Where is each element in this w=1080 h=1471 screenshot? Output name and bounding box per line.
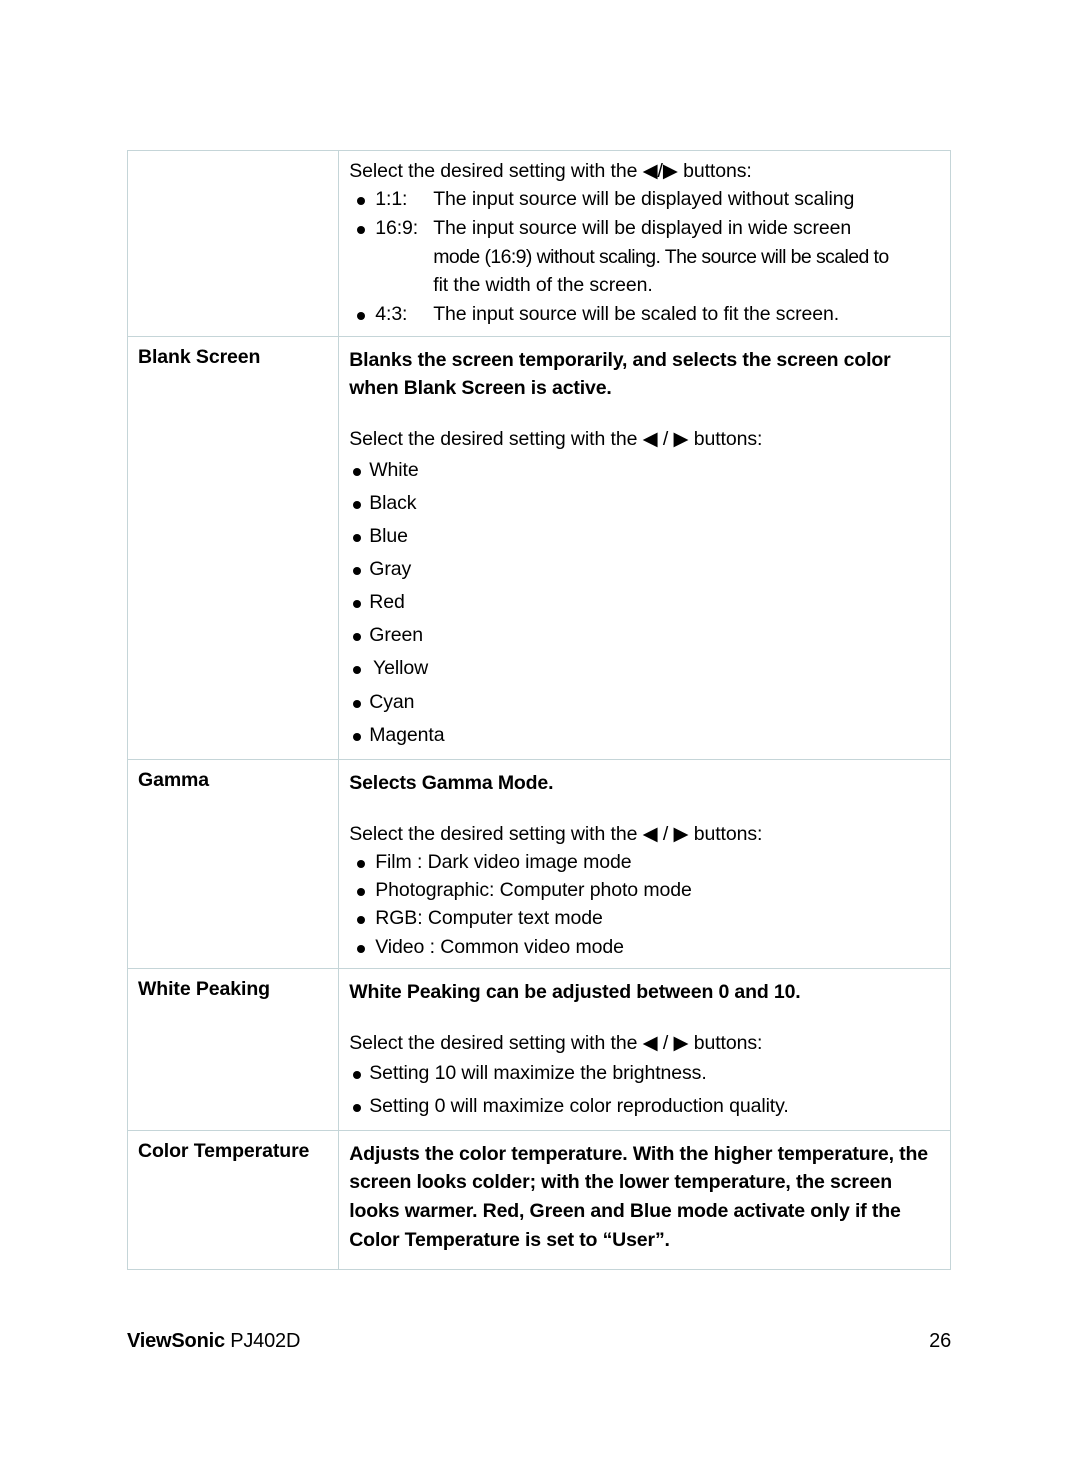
row-label-cell: Color Temperature bbox=[126, 1129, 340, 1271]
list-item: Green bbox=[349, 619, 942, 652]
page-footer: ViewSonic PJ402D 26 bbox=[127, 1330, 951, 1353]
model-number: PJ402D bbox=[230, 1330, 301, 1352]
option-continuation-line: mode (16:9) without scaling. The source … bbox=[433, 245, 889, 268]
list-item: Photographic: Computer photo mode bbox=[349, 876, 942, 904]
row-description-cell: Selects Gamma Mode. Select the desired s… bbox=[338, 758, 951, 969]
list-item: RGB: Computer text mode bbox=[349, 904, 942, 932]
option-continuation-line: fit the width of the screen. bbox=[433, 274, 653, 297]
setting-description: White Peaking can be adjusted between 0 … bbox=[349, 980, 801, 1003]
row-description-cell: Blanks the screen temporarily, and selec… bbox=[338, 335, 951, 760]
option-text: The input source will be displayed witho… bbox=[433, 188, 855, 211]
brand-name: ViewSonic bbox=[127, 1330, 225, 1352]
setting-name-gamma: Gamma bbox=[138, 768, 210, 791]
instruction-text: Select the desired setting with the ◀/▶ … bbox=[349, 160, 752, 182]
list-item: 4:3: The input source will be scaled to f… bbox=[349, 300, 942, 329]
white-peaking-notes-list: Setting 10 will maximize the brightness.… bbox=[349, 1057, 942, 1123]
blank-screen-color-list: White Black Blue Gray Red Green Yellow C… bbox=[349, 454, 942, 752]
list-item: Red bbox=[349, 586, 942, 619]
row-label-cell: White Peaking bbox=[126, 967, 340, 1131]
table-row: White Peaking White Peaking can be adjus… bbox=[126, 967, 951, 1131]
list-item: Black bbox=[349, 487, 942, 520]
setting-name bbox=[128, 151, 338, 160]
footer-brand: ViewSonic PJ402D bbox=[127, 1330, 300, 1353]
setting-description: Blanks the screen temporarily, and selec… bbox=[349, 348, 891, 400]
list-item: 16:9: The input source will be displayed … bbox=[349, 214, 942, 300]
row-label-cell bbox=[126, 150, 340, 337]
page-number: 26 bbox=[929, 1330, 951, 1352]
list-item: White bbox=[349, 454, 942, 487]
option-key: 4:3: bbox=[375, 302, 408, 325]
list-item: 1:1: The input source will be displayed w… bbox=[349, 185, 942, 214]
row-description-cell: Select the desired setting with the ◀/▶ … bbox=[338, 150, 951, 337]
setting-name-white-peaking: White Peaking bbox=[138, 977, 270, 1000]
list-item: Setting 10 will maximize the brightness. bbox=[349, 1057, 942, 1090]
list-item: Yellow bbox=[349, 652, 942, 685]
instruction-text: Select the desired setting with the ◀ / … bbox=[349, 822, 763, 845]
setting-description: Adjusts the color temperature. With the … bbox=[349, 1142, 928, 1252]
table-row: Select the desired setting with the ◀/▶ … bbox=[126, 150, 951, 337]
option-key: 16:9: bbox=[375, 216, 419, 239]
row-description-cell: White Peaking can be adjusted between 0 … bbox=[338, 967, 951, 1131]
table-row: Gamma Selects Gamma Mode. Select the des… bbox=[126, 758, 951, 969]
row-label-cell: Gamma bbox=[126, 758, 340, 969]
option-text: The input source will be displayed in wi… bbox=[433, 216, 852, 239]
list-item: Gray bbox=[349, 553, 942, 586]
list-item: Film : Dark video image mode bbox=[349, 848, 942, 876]
row-label-cell: Blank Screen bbox=[126, 335, 340, 760]
list-item: Magenta bbox=[349, 719, 942, 752]
setting-name-blank-screen: Blank Screen bbox=[138, 345, 261, 368]
instruction-text: Select the desired setting with the ◀ / … bbox=[349, 1031, 763, 1054]
table-row: Color Temperature Adjusts the color temp… bbox=[126, 1129, 951, 1271]
list-item: Video : Common video mode bbox=[349, 933, 942, 961]
gamma-options-list: Film : Dark video image mode Photographi… bbox=[349, 848, 942, 961]
option-key: 1:1: bbox=[375, 188, 408, 211]
list-item: Blue bbox=[349, 520, 942, 553]
setting-description: Selects Gamma Mode. bbox=[349, 771, 554, 794]
instruction-text: Select the desired setting with the ◀ / … bbox=[349, 428, 763, 451]
aspect-ratio-options-list: 1:1: The input source will be displayed w… bbox=[349, 185, 942, 328]
row-description-cell: Adjusts the color temperature. With the … bbox=[338, 1129, 951, 1271]
settings-table: Select the desired setting with the ◀/▶ … bbox=[126, 150, 951, 1271]
table-row: Blank Screen Blanks the screen temporari… bbox=[126, 335, 951, 760]
option-text: The input source will be scaled to fit t… bbox=[433, 302, 840, 325]
setting-name-color-temperature: Color Temperature bbox=[138, 1139, 310, 1162]
document-page: Select the desired setting with the ◀/▶ … bbox=[0, 0, 1080, 1471]
list-item: Setting 0 will maximize color reproducti… bbox=[349, 1090, 942, 1123]
list-item: Cyan bbox=[349, 686, 942, 719]
